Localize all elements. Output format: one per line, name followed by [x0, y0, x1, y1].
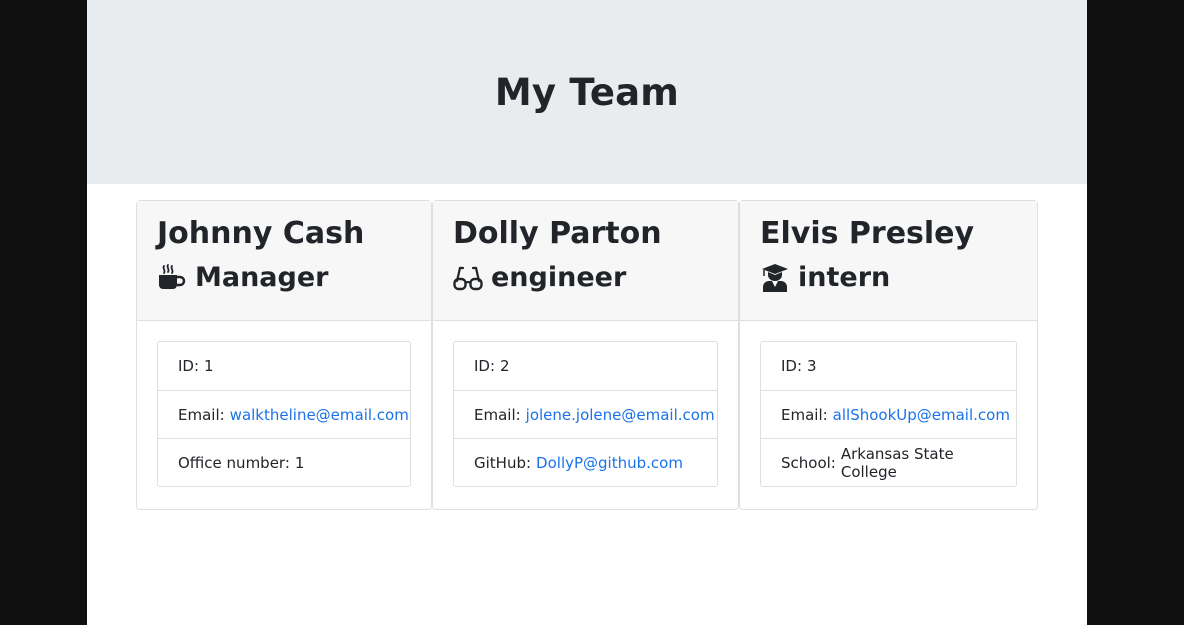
employee-card-intern: Elvis Presley intern ID: 3 Email: allSho… — [739, 200, 1038, 510]
user-graduate-icon — [760, 263, 790, 293]
email-item: Email: jolene.jolene@email.com — [454, 390, 717, 438]
github-item: GitHub: DollyP@github.com — [454, 438, 717, 486]
employee-role: intern — [760, 261, 1017, 295]
card-header: Johnny Cash Manager — [137, 201, 431, 321]
id-item: ID: 3 — [761, 342, 1016, 390]
team-cards: Johnny Cash Manager ID: 1 Email: walkthe… — [136, 200, 1038, 510]
details-list: ID: 3 Email: allShookUp@email.com School… — [760, 341, 1017, 487]
page-title: My Team — [494, 70, 680, 114]
id-value: 2 — [500, 357, 510, 375]
card-header: Elvis Presley intern — [740, 201, 1037, 321]
card-body: ID: 1 Email: walktheline@email.com Offic… — [137, 321, 431, 487]
details-list: ID: 2 Email: jolene.jolene@email.com Git… — [453, 341, 718, 487]
id-label: ID: — [474, 357, 496, 375]
school-item: School: Arkansas State College — [761, 438, 1016, 486]
employee-name: Dolly Parton — [453, 216, 662, 251]
role-label: intern — [798, 262, 891, 293]
employee-name: Johnny Cash — [157, 216, 365, 251]
id-value: 3 — [807, 357, 817, 375]
card-body: ID: 2 Email: jolene.jolene@email.com Git… — [433, 321, 738, 487]
id-item: ID: 1 — [158, 342, 410, 390]
email-label: Email: — [178, 405, 225, 424]
employee-role: Manager — [157, 261, 411, 295]
office-number-value: 1 — [294, 453, 305, 472]
employee-card-engineer: Dolly Parton engineer ID: 2 Email: jolen… — [432, 200, 739, 510]
email-item: Email: walktheline@email.com — [158, 390, 410, 438]
role-label: Manager — [195, 262, 329, 293]
card-body: ID: 3 Email: allShookUp@email.com School… — [740, 321, 1037, 487]
email-link[interactable]: walktheline@email.com — [230, 406, 409, 424]
github-link[interactable]: DollyP@github.com — [536, 454, 683, 472]
id-label: ID: — [781, 357, 803, 375]
id-item: ID: 2 — [454, 342, 717, 390]
employee-name: Elvis Presley — [760, 216, 975, 251]
github-label: GitHub: — [474, 453, 532, 472]
email-item: Email: allShookUp@email.com — [761, 390, 1016, 438]
glasses-icon — [453, 263, 483, 293]
office-number-item: Office number: 1 — [158, 438, 410, 486]
employee-role: engineer — [453, 261, 718, 295]
email-label: Email: — [474, 405, 521, 424]
page: My Team Johnny Cash Manager ID: 1 Email:… — [87, 0, 1087, 625]
card-header: Dolly Parton engineer — [433, 201, 738, 321]
id-label: ID: — [178, 357, 200, 375]
role-label: engineer — [491, 262, 627, 293]
employee-card-manager: Johnny Cash Manager ID: 1 Email: walkthe… — [136, 200, 432, 510]
email-link[interactable]: allShookUp@email.com — [833, 406, 1010, 424]
coffee-icon — [157, 263, 187, 293]
school-value: Arkansas State College — [840, 444, 954, 481]
email-link[interactable]: jolene.jolene@email.com — [526, 406, 715, 424]
email-label: Email: — [781, 405, 828, 424]
jumbotron-header: My Team — [87, 0, 1087, 184]
office-number-label: Office number: — [178, 453, 290, 472]
school-label: School: — [781, 453, 836, 472]
details-list: ID: 1 Email: walktheline@email.com Offic… — [157, 341, 411, 487]
id-value: 1 — [204, 357, 214, 375]
